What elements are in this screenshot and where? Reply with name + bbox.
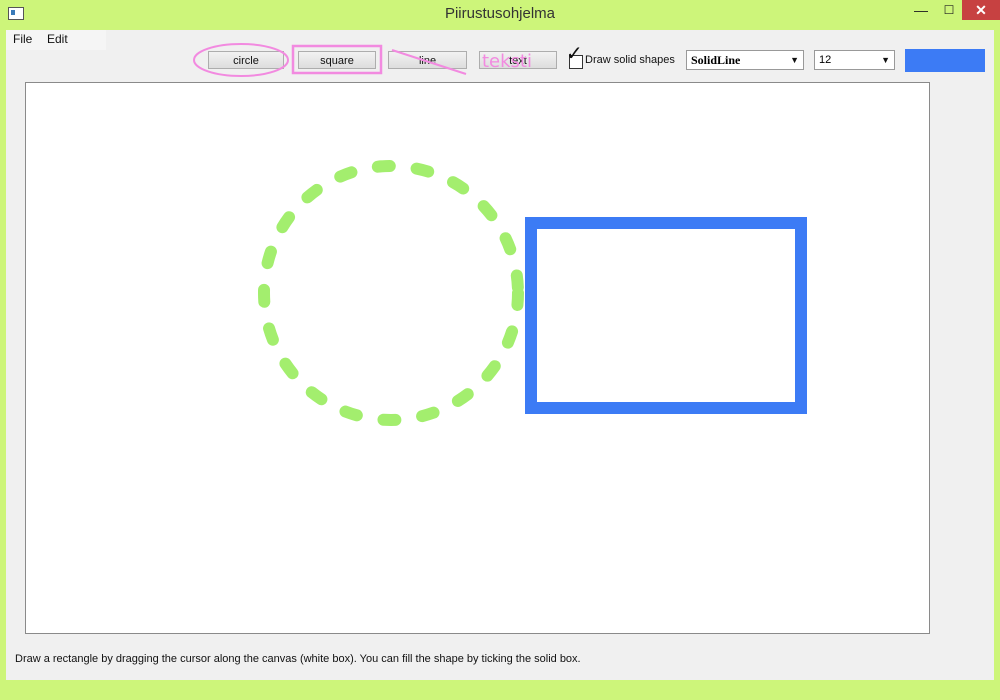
circle-annotation [193, 43, 289, 77]
line-annotation [391, 49, 467, 75]
pink-annotations: teksti [193, 43, 532, 77]
text-annotation: teksti [482, 51, 532, 72]
square-annotation [291, 44, 383, 75]
